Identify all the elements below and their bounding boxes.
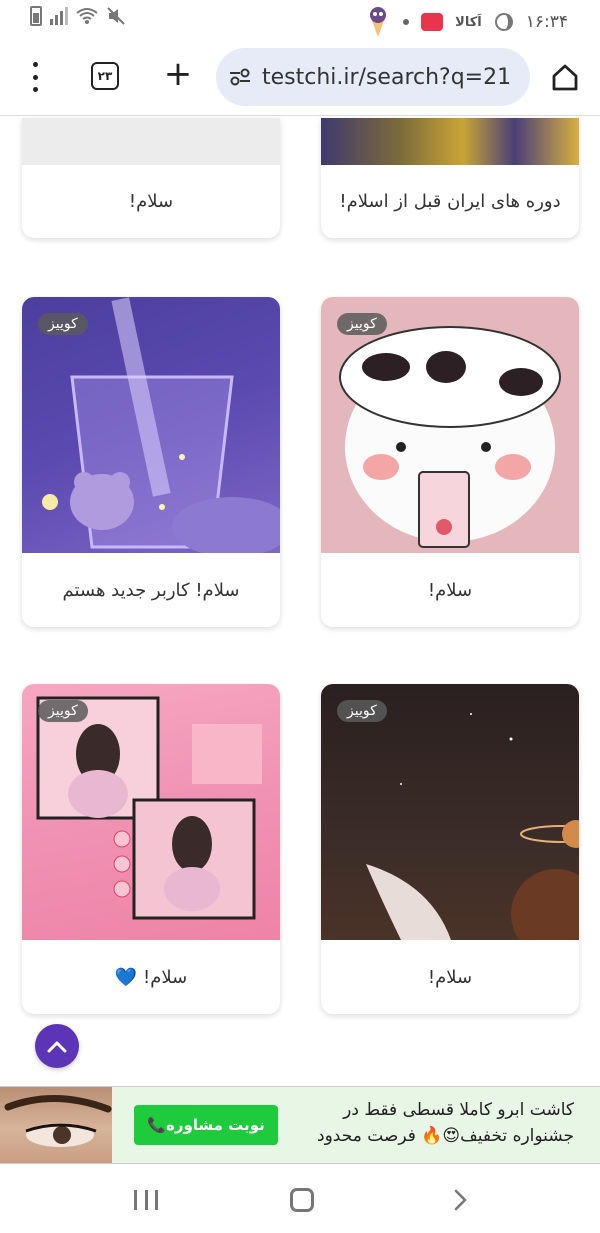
- card-thumbnail: [321, 118, 579, 165]
- quiz-badge: کوییز: [38, 313, 88, 335]
- scroll-to-top-button[interactable]: [35, 1024, 79, 1068]
- ad-line-1: کاشت ابرو کاملا قسطی فقط در: [343, 1100, 574, 1120]
- quiz-badge: کوییز: [38, 700, 88, 722]
- address-bar[interactable]: testchi.ir/search?q=21: [216, 48, 530, 106]
- ad-text: کاشت ابرو کاملا قسطی فقط در جشنواره تخفی…: [274, 1097, 574, 1149]
- notification-dot: [403, 19, 410, 25]
- card-thumbnail: کوییز: [22, 297, 280, 553]
- quiz-card[interactable]: کوییز سلام!: [321, 297, 579, 627]
- home-icon[interactable]: [550, 62, 580, 92]
- app-label: اَکالا: [455, 14, 482, 30]
- pink-collage-image: [36, 696, 262, 920]
- quiz-card[interactable]: سلام!: [22, 118, 280, 238]
- status-right-icons: اَکالا ۱۶:۳۴: [365, 6, 568, 38]
- battery-icon: [30, 6, 42, 26]
- ad-image: [0, 1087, 112, 1163]
- dnd-icon: [494, 13, 513, 31]
- eyebrow-image: [4, 1094, 112, 1147]
- url-text[interactable]: testchi.ir/search?q=21: [262, 65, 511, 90]
- quiz-card[interactable]: کوییز سلام!: [321, 684, 579, 1014]
- card-title: دوره های ایران قبل از اسلام!: [339, 191, 561, 212]
- quiz-badge: کوییز: [337, 700, 387, 722]
- quiz-badge: کوییز: [337, 313, 387, 335]
- card-title: سلام!: [427, 579, 473, 601]
- mute-icon: [107, 7, 125, 25]
- bubble-tea-image: [42, 297, 280, 553]
- card-thumbnail: [22, 118, 280, 165]
- status-left-icons: [30, 6, 126, 26]
- space-image: [366, 713, 579, 940]
- signal-icon: [50, 7, 68, 25]
- quiz-card[interactable]: دوره های ایران قبل از اسلام!: [321, 118, 579, 238]
- card-title: سلام! کاربر جدید هستم: [62, 579, 240, 601]
- quiz-card[interactable]: کوییز سلام! 💙: [22, 684, 280, 1014]
- wifi-icon: [76, 8, 98, 24]
- tabs-counter-button[interactable]: ۲۳: [91, 62, 119, 90]
- status-bar: اَکالا ۱۶:۳۴: [0, 0, 600, 38]
- home-nav-icon[interactable]: [290, 1188, 314, 1212]
- icecream-app-icon: [370, 7, 387, 37]
- cow-image: [339, 326, 561, 548]
- quiz-card[interactable]: کوییز سلام! کاربر جدید هستم: [22, 297, 280, 627]
- more-options-icon[interactable]: [26, 62, 44, 92]
- ad-banner[interactable]: نوبت مشاوره📞 کاشت ابرو کاملا قسطی فقط در…: [0, 1086, 600, 1164]
- ad-line-2: جشنواره تخفیف😍🔥 فرصت محدود: [317, 1126, 574, 1146]
- browser-toolbar: ۲۳ + testchi.ir/search?q=21: [0, 40, 600, 116]
- card-thumbnail: کوییز: [321, 297, 579, 553]
- back-icon[interactable]: [448, 1188, 472, 1212]
- card-thumbnail: کوییز: [22, 684, 280, 940]
- consultation-button[interactable]: نوبت مشاوره📞: [134, 1105, 278, 1145]
- new-tab-icon[interactable]: +: [163, 57, 193, 91]
- chevron-up-icon: [47, 1041, 67, 1053]
- akala-app-icon: [421, 13, 444, 31]
- site-settings-icon[interactable]: [228, 67, 252, 87]
- clock: ۱۶:۳۴: [525, 12, 568, 32]
- card-title: سلام!: [427, 966, 473, 988]
- card-title: سلام!: [128, 191, 174, 212]
- system-nav-bar: [0, 1166, 600, 1233]
- recent-apps-icon[interactable]: [134, 1190, 158, 1210]
- card-title: سلام! 💙: [114, 966, 188, 988]
- card-thumbnail: کوییز: [321, 684, 579, 940]
